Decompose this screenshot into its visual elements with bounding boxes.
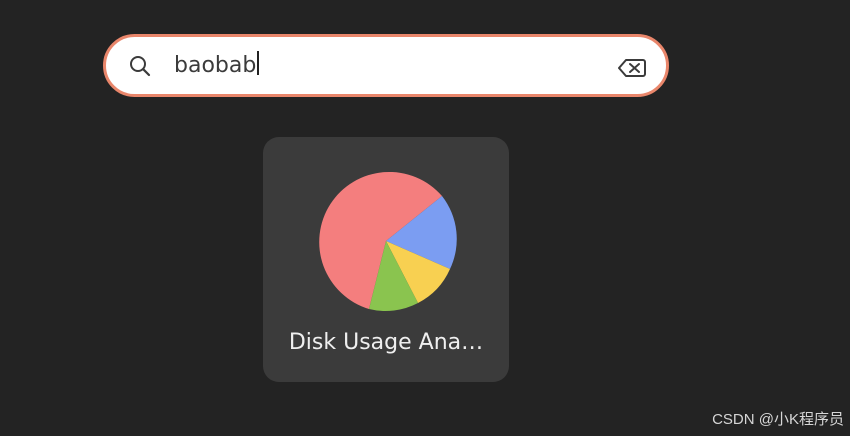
clear-search-icon[interactable] [618, 58, 646, 78]
search-input[interactable]: baobab [174, 51, 260, 81]
search-query: baobab [174, 53, 257, 78]
watermark: CSDN @小K程序员 [712, 411, 844, 428]
app-result-disk-usage-analyzer[interactable]: Disk Usage Ana… [263, 137, 509, 382]
text-cursor [257, 51, 260, 75]
disk-usage-analyzer-pie-icon [319, 171, 457, 311]
app-label: Disk Usage Ana… [288, 330, 484, 355]
search-icon [130, 56, 151, 77]
search-bar[interactable]: baobab [103, 34, 669, 97]
